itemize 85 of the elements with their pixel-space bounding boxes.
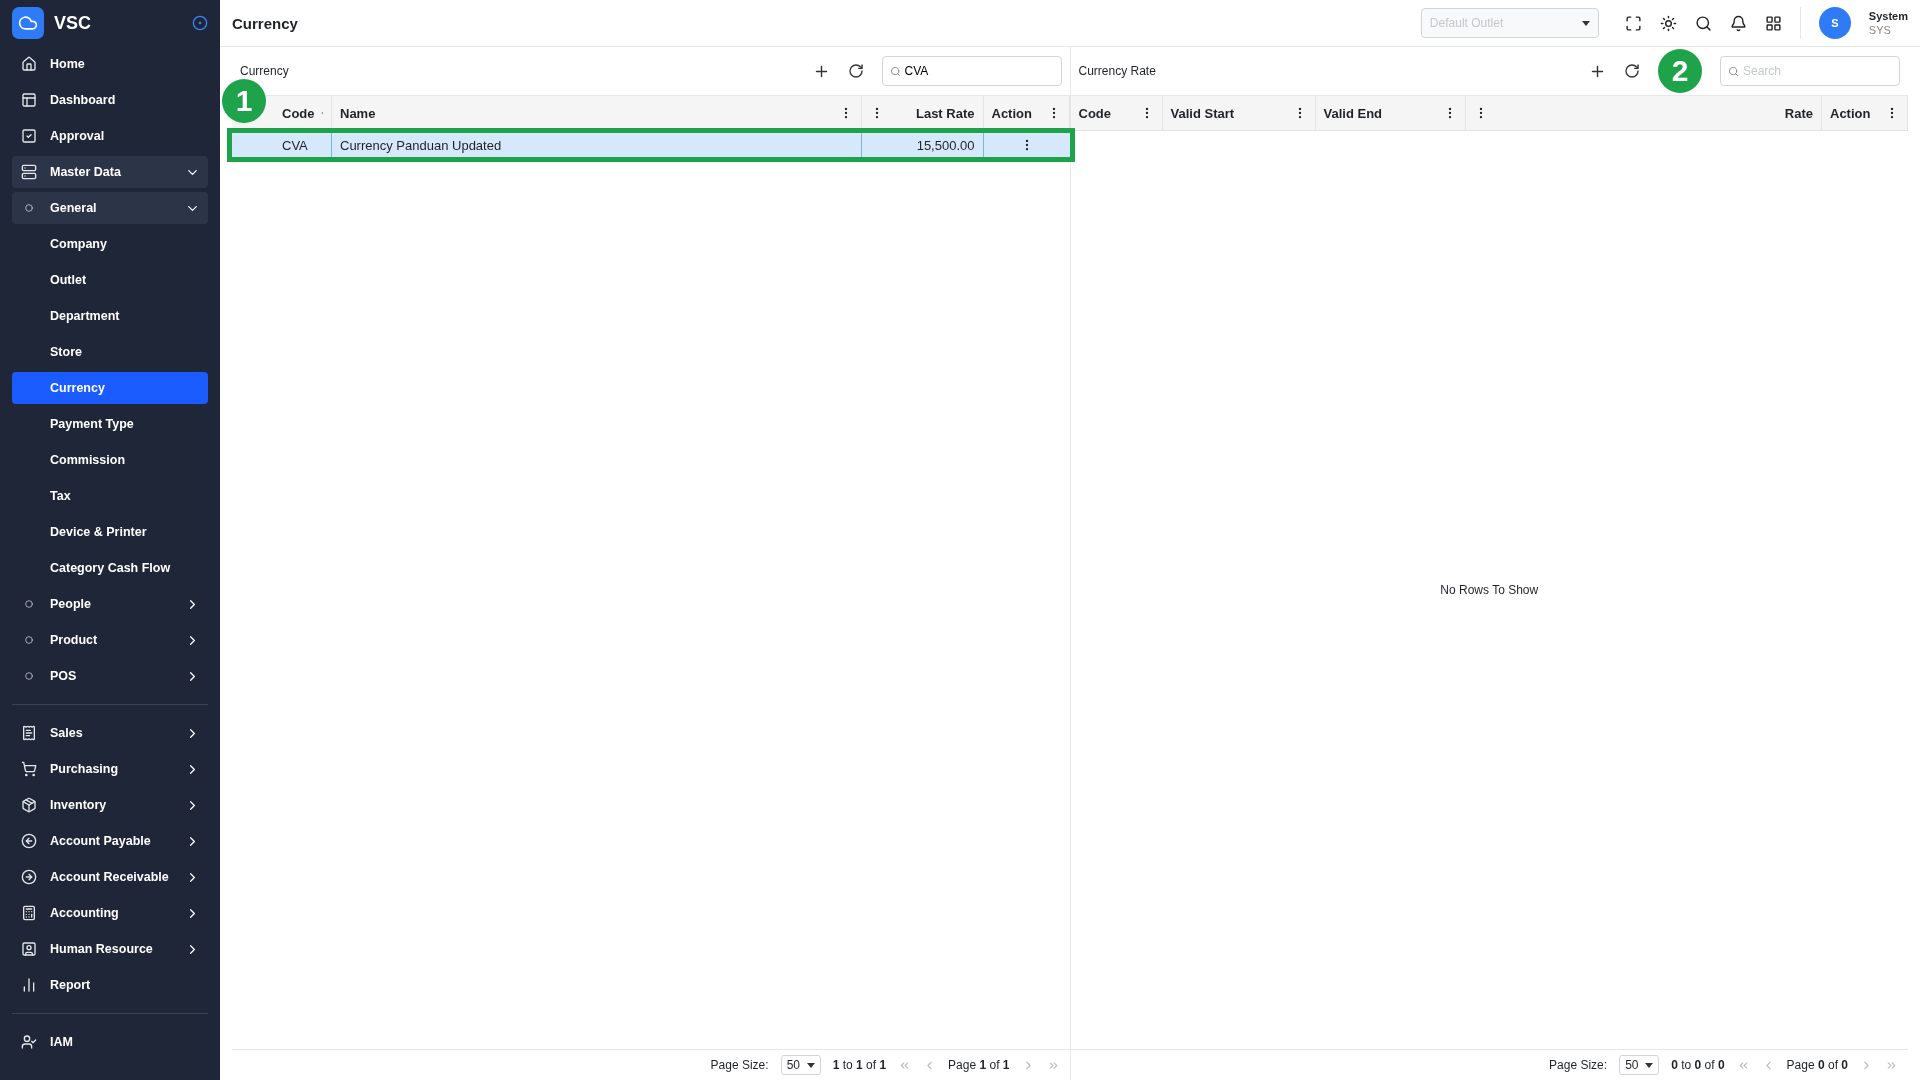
column-header[interactable]: Valid End <box>1323 105 1437 121</box>
sidebar-item[interactable]: Approval <box>12 120 208 152</box>
sidebar-item[interactable]: Master Data <box>12 156 208 188</box>
sun-icon[interactable] <box>1659 14 1677 32</box>
row-range: 0 to 0 of 0 <box>1671 1058 1725 1072</box>
step-badge: 1 <box>222 79 266 123</box>
column-header[interactable]: Valid Start <box>1170 105 1287 121</box>
id-card-icon <box>21 941 37 957</box>
arrow-left-circle-icon <box>21 833 37 849</box>
table-cell: CVA <box>232 133 332 157</box>
brand-name: VSC <box>54 12 92 34</box>
checkbox-icon <box>21 128 37 144</box>
sidebar-item[interactable]: Commission <box>12 444 208 476</box>
search-field[interactable]: CVA <box>881 56 1062 86</box>
sidebar-item[interactable]: Inventory <box>12 789 208 821</box>
column-header[interactable]: Code <box>282 105 315 121</box>
empty-message: No Rows To Show <box>1439 582 1540 599</box>
sidebar-item[interactable]: Category Cash Flow <box>12 552 208 584</box>
page-size-label: Page Size: <box>710 1058 769 1072</box>
circle-icon <box>25 204 33 212</box>
sidebar-item[interactable]: Store <box>12 336 208 368</box>
sidebar-item[interactable]: Home <box>12 48 208 80</box>
search-icon[interactable] <box>1694 14 1712 32</box>
page-size-select[interactable]: 50 <box>1619 1055 1660 1075</box>
sidebar-item[interactable]: General <box>12 192 208 224</box>
sidebar-item[interactable]: Outlet <box>12 264 208 296</box>
sidebar-item[interactable]: People <box>12 588 208 620</box>
column-header[interactable]: Name <box>340 105 833 121</box>
column-header[interactable]: Action <box>1830 105 1879 121</box>
refresh-icon[interactable] <box>847 63 864 79</box>
box-icon <box>21 797 37 813</box>
sidebar-item[interactable]: Account Payable <box>12 825 208 857</box>
arrow-right-circle-icon <box>21 869 37 885</box>
bar-chart-icon <box>21 977 37 993</box>
sidebar-item[interactable]: IAM <box>12 1026 208 1058</box>
search-field[interactable]: Search <box>1720 56 1900 86</box>
page-indicator: Page 0 of 0 <box>1786 1058 1848 1072</box>
dashboard-icon <box>21 92 37 108</box>
circle-icon <box>25 600 33 608</box>
sidebar-item[interactable]: Payment Type <box>12 408 208 440</box>
page-indicator: Page 1 of 1 <box>948 1058 1010 1072</box>
page-title: Currency <box>232 14 299 32</box>
column-header[interactable]: Rate <box>1493 105 1813 121</box>
sidebar-item[interactable]: Company <box>12 228 208 260</box>
panel-title: Currency Rate <box>1078 64 1157 78</box>
page-size-select[interactable]: 50 <box>780 1055 821 1075</box>
sidebar-item[interactable]: Department <box>12 300 208 332</box>
bell-icon[interactable] <box>1729 14 1747 32</box>
cloud-logo-icon <box>12 7 44 39</box>
sidebar-item[interactable]: Currency <box>12 372 208 404</box>
receipt-icon <box>21 725 37 741</box>
user-check-icon <box>21 1034 37 1050</box>
panel-title: Currency <box>240 64 290 78</box>
user-name: System <box>1868 9 1908 23</box>
circle-icon <box>25 636 33 644</box>
sidebar-item[interactable]: POS <box>12 660 208 692</box>
column-header[interactable]: Code <box>1078 105 1134 121</box>
circle-icon <box>25 672 33 680</box>
apps-icon[interactable] <box>1764 14 1782 32</box>
sidebar-item[interactable]: Tax <box>12 480 208 512</box>
column-header[interactable]: Last Rate <box>889 105 975 121</box>
page-size-label: Page Size: <box>1549 1058 1608 1072</box>
user-avatar[interactable]: S <box>1818 7 1851 39</box>
sidebar-item[interactable]: Report <box>12 969 208 1001</box>
calculator-icon <box>21 905 37 921</box>
sidebar-item[interactable]: Purchasing <box>12 753 208 785</box>
sidebar-item[interactable]: Dashboard <box>12 84 208 116</box>
sidebar-item[interactable]: Device & Printer <box>12 516 208 548</box>
server-icon <box>21 164 37 180</box>
table-cell: Currency Panduan Updated <box>332 133 862 157</box>
home-icon <box>21 56 37 72</box>
cart-icon <box>21 761 37 777</box>
toggle-icon[interactable] <box>192 15 208 31</box>
step-badge: 2 <box>1658 49 1702 93</box>
sidebar-item[interactable]: Account Receivable <box>12 861 208 893</box>
user-code: SYS <box>1868 23 1892 37</box>
row-range: 1 to 1 of 1 <box>832 1058 887 1072</box>
table-cell: 15,500.00 <box>861 133 984 157</box>
sidebar-item[interactable]: Accounting <box>12 897 208 929</box>
sidebar-item[interactable]: Human Resource <box>12 933 208 965</box>
fullscreen-icon[interactable] <box>1624 14 1642 32</box>
sidebar-item[interactable]: Sales <box>12 717 208 749</box>
refresh-icon[interactable] <box>1624 63 1640 79</box>
sidebar-item[interactable]: Product <box>12 624 208 656</box>
column-header[interactable]: Action <box>991 105 1041 121</box>
